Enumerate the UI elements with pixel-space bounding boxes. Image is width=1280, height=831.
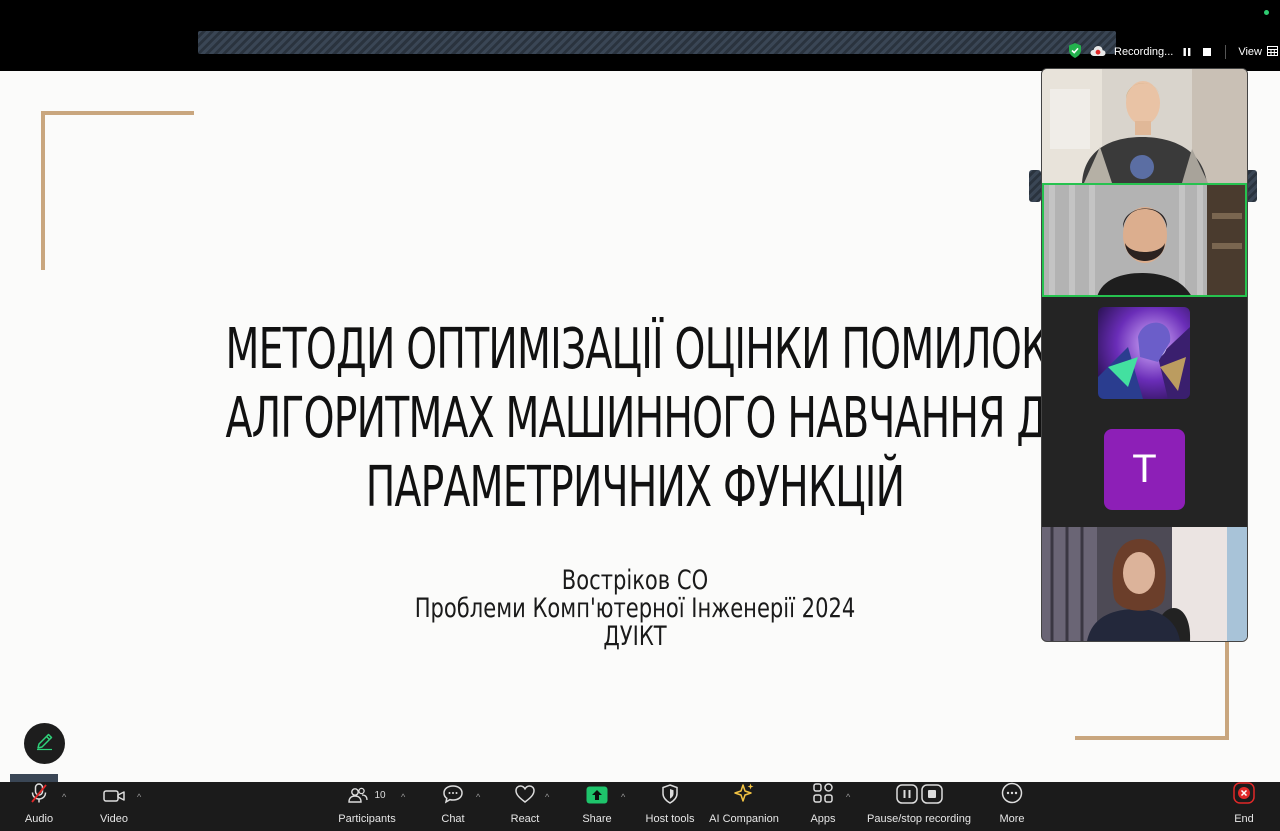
slide-title: МЕТОДИ ОПТИМІЗАЦІЇ ОЦІНКИ ПОМИЛОК АЛГОРИ… bbox=[225, 315, 1076, 522]
more-label: More bbox=[999, 813, 1025, 825]
participant-video-woman-2-icon bbox=[1042, 527, 1247, 641]
stop-recording-icon[interactable] bbox=[1201, 46, 1213, 58]
ai-sparkle-icon bbox=[733, 782, 755, 809]
pencil-icon bbox=[35, 731, 55, 756]
slide-title-line: МЕТОДИ ОПТИМІЗАЦІЇ ОЦІНКИ ПОМИЛОК bbox=[225, 317, 1049, 382]
zoom-meeting-window: Recording... View МЕТОДИ ОПТИМІЗАЦІЇ ОЦІ… bbox=[0, 0, 1280, 831]
share-options-caret-icon[interactable]: ^ bbox=[621, 792, 625, 802]
apps-button[interactable]: Apps bbox=[806, 782, 840, 831]
chat-options-caret-icon[interactable]: ^ bbox=[476, 792, 480, 802]
minimized-panel-tab[interactable] bbox=[10, 774, 58, 782]
participant-tile[interactable] bbox=[1042, 298, 1247, 412]
pause-recording-icon[interactable] bbox=[1181, 46, 1193, 58]
screen-share-title-bar[interactable] bbox=[198, 31, 1116, 54]
participants-count: 10 bbox=[374, 790, 386, 801]
annotate-button[interactable] bbox=[24, 723, 65, 764]
ai-companion-label: AI Companion bbox=[709, 813, 779, 825]
react-label: React bbox=[510, 813, 540, 825]
decorative-corner-line bbox=[41, 111, 194, 115]
chat-label: Chat bbox=[441, 813, 465, 825]
host-tools-button[interactable]: Host tools bbox=[644, 782, 696, 831]
view-button-label: View bbox=[1238, 46, 1262, 58]
chat-button[interactable]: Chat bbox=[437, 782, 469, 831]
slide-author: Вострiков СО bbox=[561, 565, 709, 596]
slide-title-line: ПАРАМЕТРИЧНИХ ФУНКЦІЙ bbox=[365, 455, 905, 520]
host-tools-label: Host tools bbox=[645, 813, 695, 825]
participants-options-caret-icon[interactable]: ^ bbox=[401, 792, 405, 802]
participant-tile[interactable] bbox=[1042, 69, 1247, 183]
heart-icon bbox=[514, 784, 536, 809]
participant-video-panel[interactable]: T bbox=[1041, 68, 1248, 642]
participants-label: Participants bbox=[338, 813, 396, 825]
participant-tile-active-speaker[interactable] bbox=[1042, 183, 1247, 297]
meeting-toolbar: Audio ^ Video ^ 10 Participants ^ Chat ^ bbox=[0, 782, 1280, 831]
react-options-caret-icon[interactable]: ^ bbox=[545, 792, 549, 802]
react-button[interactable]: React bbox=[508, 782, 542, 831]
slide-conference: Проблеми Комп'ютерної Інженерії 2024 bbox=[414, 593, 856, 624]
decorative-corner-line bbox=[1075, 736, 1229, 740]
recording-status-area: Recording... View bbox=[1068, 42, 1278, 62]
cloud-recording-icon bbox=[1090, 45, 1106, 60]
camera-indicator-dot bbox=[1264, 10, 1269, 15]
video-options-caret-icon[interactable]: ^ bbox=[137, 792, 141, 802]
video-camera-icon bbox=[103, 788, 125, 809]
ai-companion-button[interactable]: AI Companion bbox=[709, 782, 779, 831]
participant-video-man-icon bbox=[1042, 183, 1247, 297]
audio-button[interactable]: Audio bbox=[20, 782, 58, 831]
stop-recording-icon bbox=[920, 784, 943, 809]
grid-view-icon bbox=[1266, 45, 1278, 59]
pause-stop-recording-button[interactable]: Pause/stop recording bbox=[866, 782, 972, 831]
recording-status-text: Recording... bbox=[1114, 46, 1174, 58]
microphone-muted-icon bbox=[28, 782, 50, 809]
more-ellipsis-icon bbox=[1001, 782, 1023, 809]
top-bar: Recording... View bbox=[0, 0, 1280, 71]
view-button[interactable]: View bbox=[1238, 45, 1278, 59]
share-screen-arrow-icon bbox=[586, 786, 608, 809]
end-meeting-button[interactable]: End bbox=[1229, 782, 1259, 831]
video-button[interactable]: Video bbox=[96, 782, 132, 831]
share-screen-button[interactable]: Share bbox=[580, 782, 614, 831]
pause-stop-recording-label: Pause/stop recording bbox=[867, 813, 971, 825]
participant-tile[interactable] bbox=[1042, 527, 1247, 641]
more-button[interactable]: More bbox=[996, 782, 1028, 831]
top-bar-divider bbox=[1225, 45, 1227, 59]
host-tools-shield-icon bbox=[661, 784, 679, 809]
participant-initial-avatar: T bbox=[1104, 429, 1185, 510]
panel-handle-left[interactable] bbox=[1029, 170, 1041, 202]
apps-grid-icon bbox=[812, 782, 834, 809]
chat-bubble-icon bbox=[442, 784, 464, 809]
slide-title-line: АЛГОРИТМАХ МАШИННОГО НАВЧАННЯ ДЛ bbox=[225, 386, 1076, 451]
end-call-close-icon bbox=[1233, 782, 1255, 809]
audio-options-caret-icon[interactable]: ^ bbox=[62, 792, 66, 802]
decorative-corner-line bbox=[41, 111, 45, 270]
video-label: Video bbox=[100, 813, 128, 825]
share-label: Share bbox=[582, 813, 612, 825]
participant-video-woman-icon bbox=[1042, 69, 1247, 183]
security-shield-icon[interactable] bbox=[1068, 43, 1082, 61]
slide-institution: ДУІКТ bbox=[603, 621, 667, 652]
participant-tile[interactable]: T bbox=[1042, 412, 1247, 526]
anime-avatar-icon bbox=[1098, 307, 1190, 399]
participants-button[interactable]: 10 Participants bbox=[336, 782, 398, 831]
audio-label: Audio bbox=[24, 813, 54, 825]
slide-subtitle: Вострiков СО Проблеми Комп'ютерної Інжен… bbox=[401, 567, 869, 651]
apps-options-caret-icon[interactable]: ^ bbox=[846, 792, 850, 802]
end-label: End bbox=[1234, 813, 1254, 825]
participants-icon bbox=[348, 786, 369, 809]
pause-recording-icon bbox=[895, 784, 918, 809]
apps-label: Apps bbox=[810, 813, 836, 825]
